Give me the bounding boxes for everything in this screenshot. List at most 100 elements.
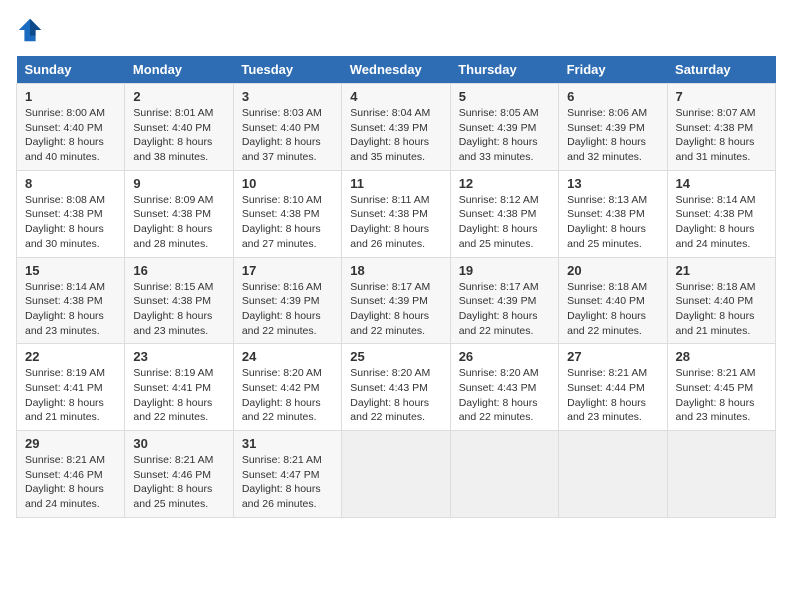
- day-number: 14: [676, 176, 767, 191]
- day-cell: 12Sunrise: 8:12 AM Sunset: 4:38 PM Dayli…: [450, 170, 558, 257]
- day-number: 28: [676, 349, 767, 364]
- week-row-4: 22 Sunrise: 8:19 AM Sunset: 4:41 PM Dayli…: [17, 344, 776, 431]
- day-number: 26: [459, 349, 550, 364]
- day-cell: 9 Sunrise: 8:09 AM Sunset: 4:38 PM Daylig…: [125, 170, 233, 257]
- day-info: Sunrise: 8:18 AM Sunset: 4:40 PM Dayligh…: [676, 280, 767, 339]
- day-cell: 7 Sunrise: 8:07 AM Sunset: 4:38 PM Daylig…: [667, 84, 775, 171]
- day-cell: 19Sunrise: 8:17 AM Sunset: 4:39 PM Dayli…: [450, 257, 558, 344]
- day-cell: [342, 431, 450, 518]
- day-number: 6: [567, 89, 658, 104]
- day-number: 11: [350, 176, 441, 191]
- day-info: Sunrise: 8:19 AM Sunset: 4:41 PM Dayligh…: [25, 366, 116, 425]
- day-info: Sunrise: 8:09 AM Sunset: 4:38 PM Dayligh…: [133, 193, 224, 252]
- day-cell: 23 Sunrise: 8:19 AM Sunset: 4:41 PM Dayli…: [125, 344, 233, 431]
- day-number: 19: [459, 263, 550, 278]
- day-cell: 21 Sunrise: 8:18 AM Sunset: 4:40 PM Dayli…: [667, 257, 775, 344]
- day-cell: 3 Sunrise: 8:03 AM Sunset: 4:40 PM Daylig…: [233, 84, 341, 171]
- day-info: Sunrise: 8:21 AM Sunset: 4:44 PM Dayligh…: [567, 366, 658, 425]
- day-info: Sunrise: 8:20 AM Sunset: 4:43 PM Dayligh…: [459, 366, 550, 425]
- day-cell: [667, 431, 775, 518]
- day-cell: 4 Sunrise: 8:04 AM Sunset: 4:39 PM Daylig…: [342, 84, 450, 171]
- day-number: 5: [459, 89, 550, 104]
- day-info: Sunrise: 8:14 AM Sunset: 4:38 PM Dayligh…: [25, 280, 116, 339]
- day-info: Sunrise: 8:21 AM Sunset: 4:45 PM Dayligh…: [676, 366, 767, 425]
- day-number: 25: [350, 349, 441, 364]
- day-info: Sunrise: 8:21 AM Sunset: 4:46 PM Dayligh…: [25, 453, 116, 512]
- day-info: Sunrise: 8:12 AM Sunset: 4:38 PM Dayligh…: [459, 193, 550, 252]
- calendar-body: 1 Sunrise: 8:00 AM Sunset: 4:40 PM Daylig…: [17, 84, 776, 518]
- day-cell: 17Sunrise: 8:16 AM Sunset: 4:39 PM Dayli…: [233, 257, 341, 344]
- week-row-3: 15 Sunrise: 8:14 AM Sunset: 4:38 PM Dayli…: [17, 257, 776, 344]
- day-cell: 28 Sunrise: 8:21 AM Sunset: 4:45 PM Dayli…: [667, 344, 775, 431]
- day-number: 29: [25, 436, 116, 451]
- day-info: Sunrise: 8:21 AM Sunset: 4:46 PM Dayligh…: [133, 453, 224, 512]
- calendar-table: SundayMondayTuesdayWednesdayThursdayFrid…: [16, 56, 776, 518]
- day-info: Sunrise: 8:13 AM Sunset: 4:38 PM Dayligh…: [567, 193, 658, 252]
- day-info: Sunrise: 8:14 AM Sunset: 4:38 PM Dayligh…: [676, 193, 767, 252]
- day-number: 20: [567, 263, 658, 278]
- day-number: 24: [242, 349, 333, 364]
- day-cell: 5 Sunrise: 8:05 AM Sunset: 4:39 PM Daylig…: [450, 84, 558, 171]
- weekday-header-row: SundayMondayTuesdayWednesdayThursdayFrid…: [17, 56, 776, 84]
- page-header: [16, 16, 776, 44]
- day-number: 13: [567, 176, 658, 191]
- weekday-sunday: Sunday: [17, 56, 125, 84]
- day-cell: [450, 431, 558, 518]
- day-cell: 24 Sunrise: 8:20 AM Sunset: 4:42 PM Dayli…: [233, 344, 341, 431]
- day-number: 31: [242, 436, 333, 451]
- day-cell: 27 Sunrise: 8:21 AM Sunset: 4:44 PM Dayli…: [559, 344, 667, 431]
- weekday-wednesday: Wednesday: [342, 56, 450, 84]
- day-cell: 10 Sunrise: 8:10 AM Sunset: 4:38 PM Dayli…: [233, 170, 341, 257]
- day-info: Sunrise: 8:00 AM Sunset: 4:40 PM Dayligh…: [25, 106, 116, 165]
- day-cell: 2Sunrise: 8:01 AM Sunset: 4:40 PM Daylig…: [125, 84, 233, 171]
- day-number: 23: [133, 349, 224, 364]
- day-number: 9: [133, 176, 224, 191]
- day-info: Sunrise: 8:20 AM Sunset: 4:43 PM Dayligh…: [350, 366, 441, 425]
- day-cell: 8 Sunrise: 8:08 AM Sunset: 4:38 PM Daylig…: [17, 170, 125, 257]
- day-cell: 25 Sunrise: 8:20 AM Sunset: 4:43 PM Dayli…: [342, 344, 450, 431]
- day-cell: [559, 431, 667, 518]
- weekday-monday: Monday: [125, 56, 233, 84]
- day-cell: 16Sunrise: 8:15 AM Sunset: 4:38 PM Dayli…: [125, 257, 233, 344]
- day-number: 8: [25, 176, 116, 191]
- day-info: Sunrise: 8:05 AM Sunset: 4:39 PM Dayligh…: [459, 106, 550, 165]
- day-number: 3: [242, 89, 333, 104]
- day-cell: 14 Sunrise: 8:14 AM Sunset: 4:38 PM Dayli…: [667, 170, 775, 257]
- day-info: Sunrise: 8:10 AM Sunset: 4:38 PM Dayligh…: [242, 193, 333, 252]
- weekday-thursday: Thursday: [450, 56, 558, 84]
- day-cell: 13 Sunrise: 8:13 AM Sunset: 4:38 PM Dayli…: [559, 170, 667, 257]
- day-number: 15: [25, 263, 116, 278]
- day-cell: 30 Sunrise: 8:21 AM Sunset: 4:46 PM Dayli…: [125, 431, 233, 518]
- weekday-saturday: Saturday: [667, 56, 775, 84]
- day-number: 30: [133, 436, 224, 451]
- day-cell: 6Sunrise: 8:06 AM Sunset: 4:39 PM Daylig…: [559, 84, 667, 171]
- day-number: 21: [676, 263, 767, 278]
- day-info: Sunrise: 8:21 AM Sunset: 4:47 PM Dayligh…: [242, 453, 333, 512]
- day-info: Sunrise: 8:19 AM Sunset: 4:41 PM Dayligh…: [133, 366, 224, 425]
- day-number: 2: [133, 89, 224, 104]
- day-info: Sunrise: 8:03 AM Sunset: 4:40 PM Dayligh…: [242, 106, 333, 165]
- day-cell: 11 Sunrise: 8:11 AM Sunset: 4:38 PM Dayli…: [342, 170, 450, 257]
- day-info: Sunrise: 8:04 AM Sunset: 4:39 PM Dayligh…: [350, 106, 441, 165]
- logo-icon: [16, 16, 44, 44]
- day-cell: 29 Sunrise: 8:21 AM Sunset: 4:46 PM Dayli…: [17, 431, 125, 518]
- weekday-friday: Friday: [559, 56, 667, 84]
- day-number: 27: [567, 349, 658, 364]
- day-cell: 20 Sunrise: 8:18 AM Sunset: 4:40 PM Dayli…: [559, 257, 667, 344]
- day-info: Sunrise: 8:17 AM Sunset: 4:39 PM Dayligh…: [350, 280, 441, 339]
- day-number: 17: [242, 263, 333, 278]
- day-number: 10: [242, 176, 333, 191]
- day-number: 4: [350, 89, 441, 104]
- day-number: 7: [676, 89, 767, 104]
- day-info: Sunrise: 8:18 AM Sunset: 4:40 PM Dayligh…: [567, 280, 658, 339]
- day-info: Sunrise: 8:15 AM Sunset: 4:38 PM Dayligh…: [133, 280, 224, 339]
- day-info: Sunrise: 8:20 AM Sunset: 4:42 PM Dayligh…: [242, 366, 333, 425]
- day-number: 1: [25, 89, 116, 104]
- day-info: Sunrise: 8:08 AM Sunset: 4:38 PM Dayligh…: [25, 193, 116, 252]
- day-cell: 31 Sunrise: 8:21 AM Sunset: 4:47 PM Dayli…: [233, 431, 341, 518]
- day-info: Sunrise: 8:07 AM Sunset: 4:38 PM Dayligh…: [676, 106, 767, 165]
- day-number: 22: [25, 349, 116, 364]
- weekday-tuesday: Tuesday: [233, 56, 341, 84]
- day-info: Sunrise: 8:11 AM Sunset: 4:38 PM Dayligh…: [350, 193, 441, 252]
- day-cell: 22 Sunrise: 8:19 AM Sunset: 4:41 PM Dayli…: [17, 344, 125, 431]
